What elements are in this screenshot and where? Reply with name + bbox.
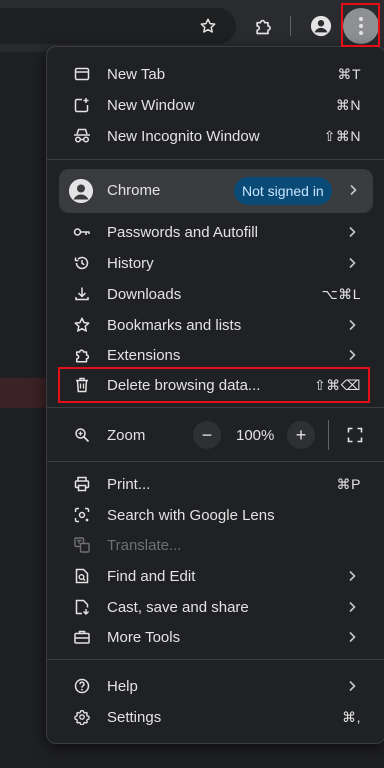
menu-item-shortcut: ⌥⌘L bbox=[321, 285, 361, 302]
menu-item-label: Find and Edit bbox=[107, 567, 196, 585]
chrome-menu: New Tab ⌘T New Window ⌘N New Incognito W… bbox=[46, 46, 384, 744]
star-outline-icon bbox=[199, 17, 217, 35]
menu-item-new-incognito-window[interactable]: New Incognito Window ⇧⌘N bbox=[47, 121, 384, 151]
chevron-right-icon bbox=[347, 348, 357, 362]
menu-item-label: Delete browsing data... bbox=[107, 376, 261, 394]
key-icon bbox=[73, 223, 91, 241]
new-tab-icon bbox=[73, 65, 91, 83]
menu-item-bookmarks-lists[interactable]: Bookmarks and lists bbox=[47, 310, 384, 340]
menu-item-label: New Tab bbox=[107, 65, 166, 83]
menu-item-history[interactable]: History bbox=[47, 248, 384, 278]
menu-item-label: New Window bbox=[107, 96, 195, 114]
help-icon bbox=[73, 677, 91, 695]
bookmark-star-button[interactable] bbox=[190, 8, 226, 44]
menu-item-shortcut: ⌘T bbox=[337, 65, 361, 82]
fullscreen-icon bbox=[347, 427, 363, 443]
menu-item-delete-browsing-data[interactable]: Delete browsing data... ⇧⌘⌫ bbox=[47, 370, 384, 400]
person-icon bbox=[310, 15, 332, 37]
chevron-right-icon bbox=[347, 318, 357, 332]
fullscreen-button[interactable] bbox=[341, 421, 369, 449]
profile-row[interactable]: Chrome Not signed in bbox=[59, 169, 373, 213]
menu-item-shortcut: ⌘P bbox=[336, 475, 361, 492]
zoom-separator bbox=[328, 420, 329, 450]
minus-icon: − bbox=[201, 424, 213, 445]
menu-divider bbox=[47, 659, 384, 660]
menu-divider bbox=[47, 407, 384, 408]
menu-item-label: Cast, save and share bbox=[107, 598, 249, 616]
toolbar-separator bbox=[290, 16, 291, 36]
menu-item-label: Settings bbox=[107, 708, 162, 726]
menu-item-label: Extensions bbox=[107, 346, 181, 364]
puzzle-icon bbox=[73, 346, 91, 364]
find-icon bbox=[73, 567, 91, 585]
chevron-right-icon bbox=[349, 184, 357, 196]
chevron-right-icon bbox=[347, 600, 357, 614]
chevron-right-icon bbox=[347, 256, 357, 270]
chevron-right-icon bbox=[347, 679, 357, 693]
profile-name: Chrome bbox=[107, 182, 161, 199]
menu-item-shortcut: ⇧⌘⌫ bbox=[313, 376, 361, 393]
chrome-menu-button[interactable] bbox=[343, 8, 379, 44]
menu-item-downloads[interactable]: Downloads ⌥⌘L bbox=[47, 279, 384, 309]
menu-item-google-lens[interactable]: Search with Google Lens bbox=[47, 500, 384, 530]
trash-icon bbox=[73, 376, 91, 394]
plus-icon: + bbox=[295, 424, 307, 445]
menu-item-label: Print... bbox=[107, 475, 151, 493]
extensions-button[interactable] bbox=[245, 8, 281, 44]
browser-toolbar bbox=[0, 0, 384, 52]
person-icon bbox=[69, 179, 93, 203]
menu-item-label: Help bbox=[107, 677, 138, 695]
menu-item-translate: Translate... bbox=[47, 530, 384, 560]
menu-item-label: Passwords and Autofill bbox=[107, 223, 258, 241]
menu-item-shortcut: ⌘, bbox=[342, 708, 361, 725]
menu-item-settings[interactable]: Settings ⌘, bbox=[47, 702, 384, 732]
menu-item-label: New Incognito Window bbox=[107, 127, 260, 145]
new-window-icon bbox=[73, 96, 91, 114]
zoom-label: Zoom bbox=[107, 426, 146, 444]
chevron-right-icon bbox=[347, 569, 357, 583]
menu-item-label: More Tools bbox=[107, 628, 181, 646]
zoom-out-button[interactable]: − bbox=[193, 421, 221, 449]
menu-item-label: Downloads bbox=[107, 285, 182, 303]
menu-item-new-window[interactable]: New Window ⌘N bbox=[47, 90, 384, 120]
lens-icon bbox=[73, 506, 91, 524]
menu-item-shortcut: ⌘N bbox=[335, 96, 361, 113]
sign-in-status-badge[interactable]: Not signed in bbox=[234, 177, 332, 205]
menu-divider bbox=[47, 159, 384, 160]
download-icon bbox=[73, 285, 91, 303]
incognito-icon bbox=[73, 127, 91, 145]
menu-item-find-edit[interactable]: Find and Edit bbox=[47, 561, 384, 591]
menu-item-cast-save-share[interactable]: Cast, save and share bbox=[47, 592, 384, 622]
zoom-icon bbox=[73, 426, 91, 444]
history-icon bbox=[73, 254, 91, 272]
menu-item-more-tools[interactable]: More Tools bbox=[47, 622, 384, 652]
menu-item-label: Bookmarks and lists bbox=[107, 316, 242, 334]
zoom-level-value: 100% bbox=[236, 427, 275, 444]
menu-item-shortcut: ⇧⌘N bbox=[323, 127, 361, 144]
zoom-in-button[interactable]: + bbox=[287, 421, 315, 449]
menu-item-help[interactable]: Help bbox=[47, 671, 384, 701]
puzzle-icon bbox=[253, 16, 273, 36]
profile-button[interactable] bbox=[303, 8, 339, 44]
star-icon bbox=[73, 316, 91, 334]
settings-icon bbox=[73, 708, 91, 726]
menu-item-passwords-autofill[interactable]: Passwords and Autofill bbox=[47, 217, 384, 247]
toolbox-icon bbox=[73, 628, 91, 646]
print-icon bbox=[73, 475, 91, 493]
menu-item-label: History bbox=[107, 254, 154, 272]
more-vertical-icon bbox=[358, 16, 364, 36]
menu-item-print[interactable]: Print... ⌘P bbox=[47, 469, 384, 499]
menu-item-label: Search with Google Lens bbox=[107, 506, 275, 524]
chevron-right-icon bbox=[347, 225, 357, 239]
translate-icon bbox=[73, 536, 91, 554]
menu-item-extensions[interactable]: Extensions bbox=[47, 340, 384, 370]
chevron-right-icon bbox=[347, 630, 357, 644]
menu-item-new-tab[interactable]: New Tab ⌘T bbox=[47, 59, 384, 89]
menu-divider bbox=[47, 461, 384, 462]
cast-save-icon bbox=[73, 598, 91, 616]
menu-item-label: Translate... bbox=[107, 536, 182, 554]
